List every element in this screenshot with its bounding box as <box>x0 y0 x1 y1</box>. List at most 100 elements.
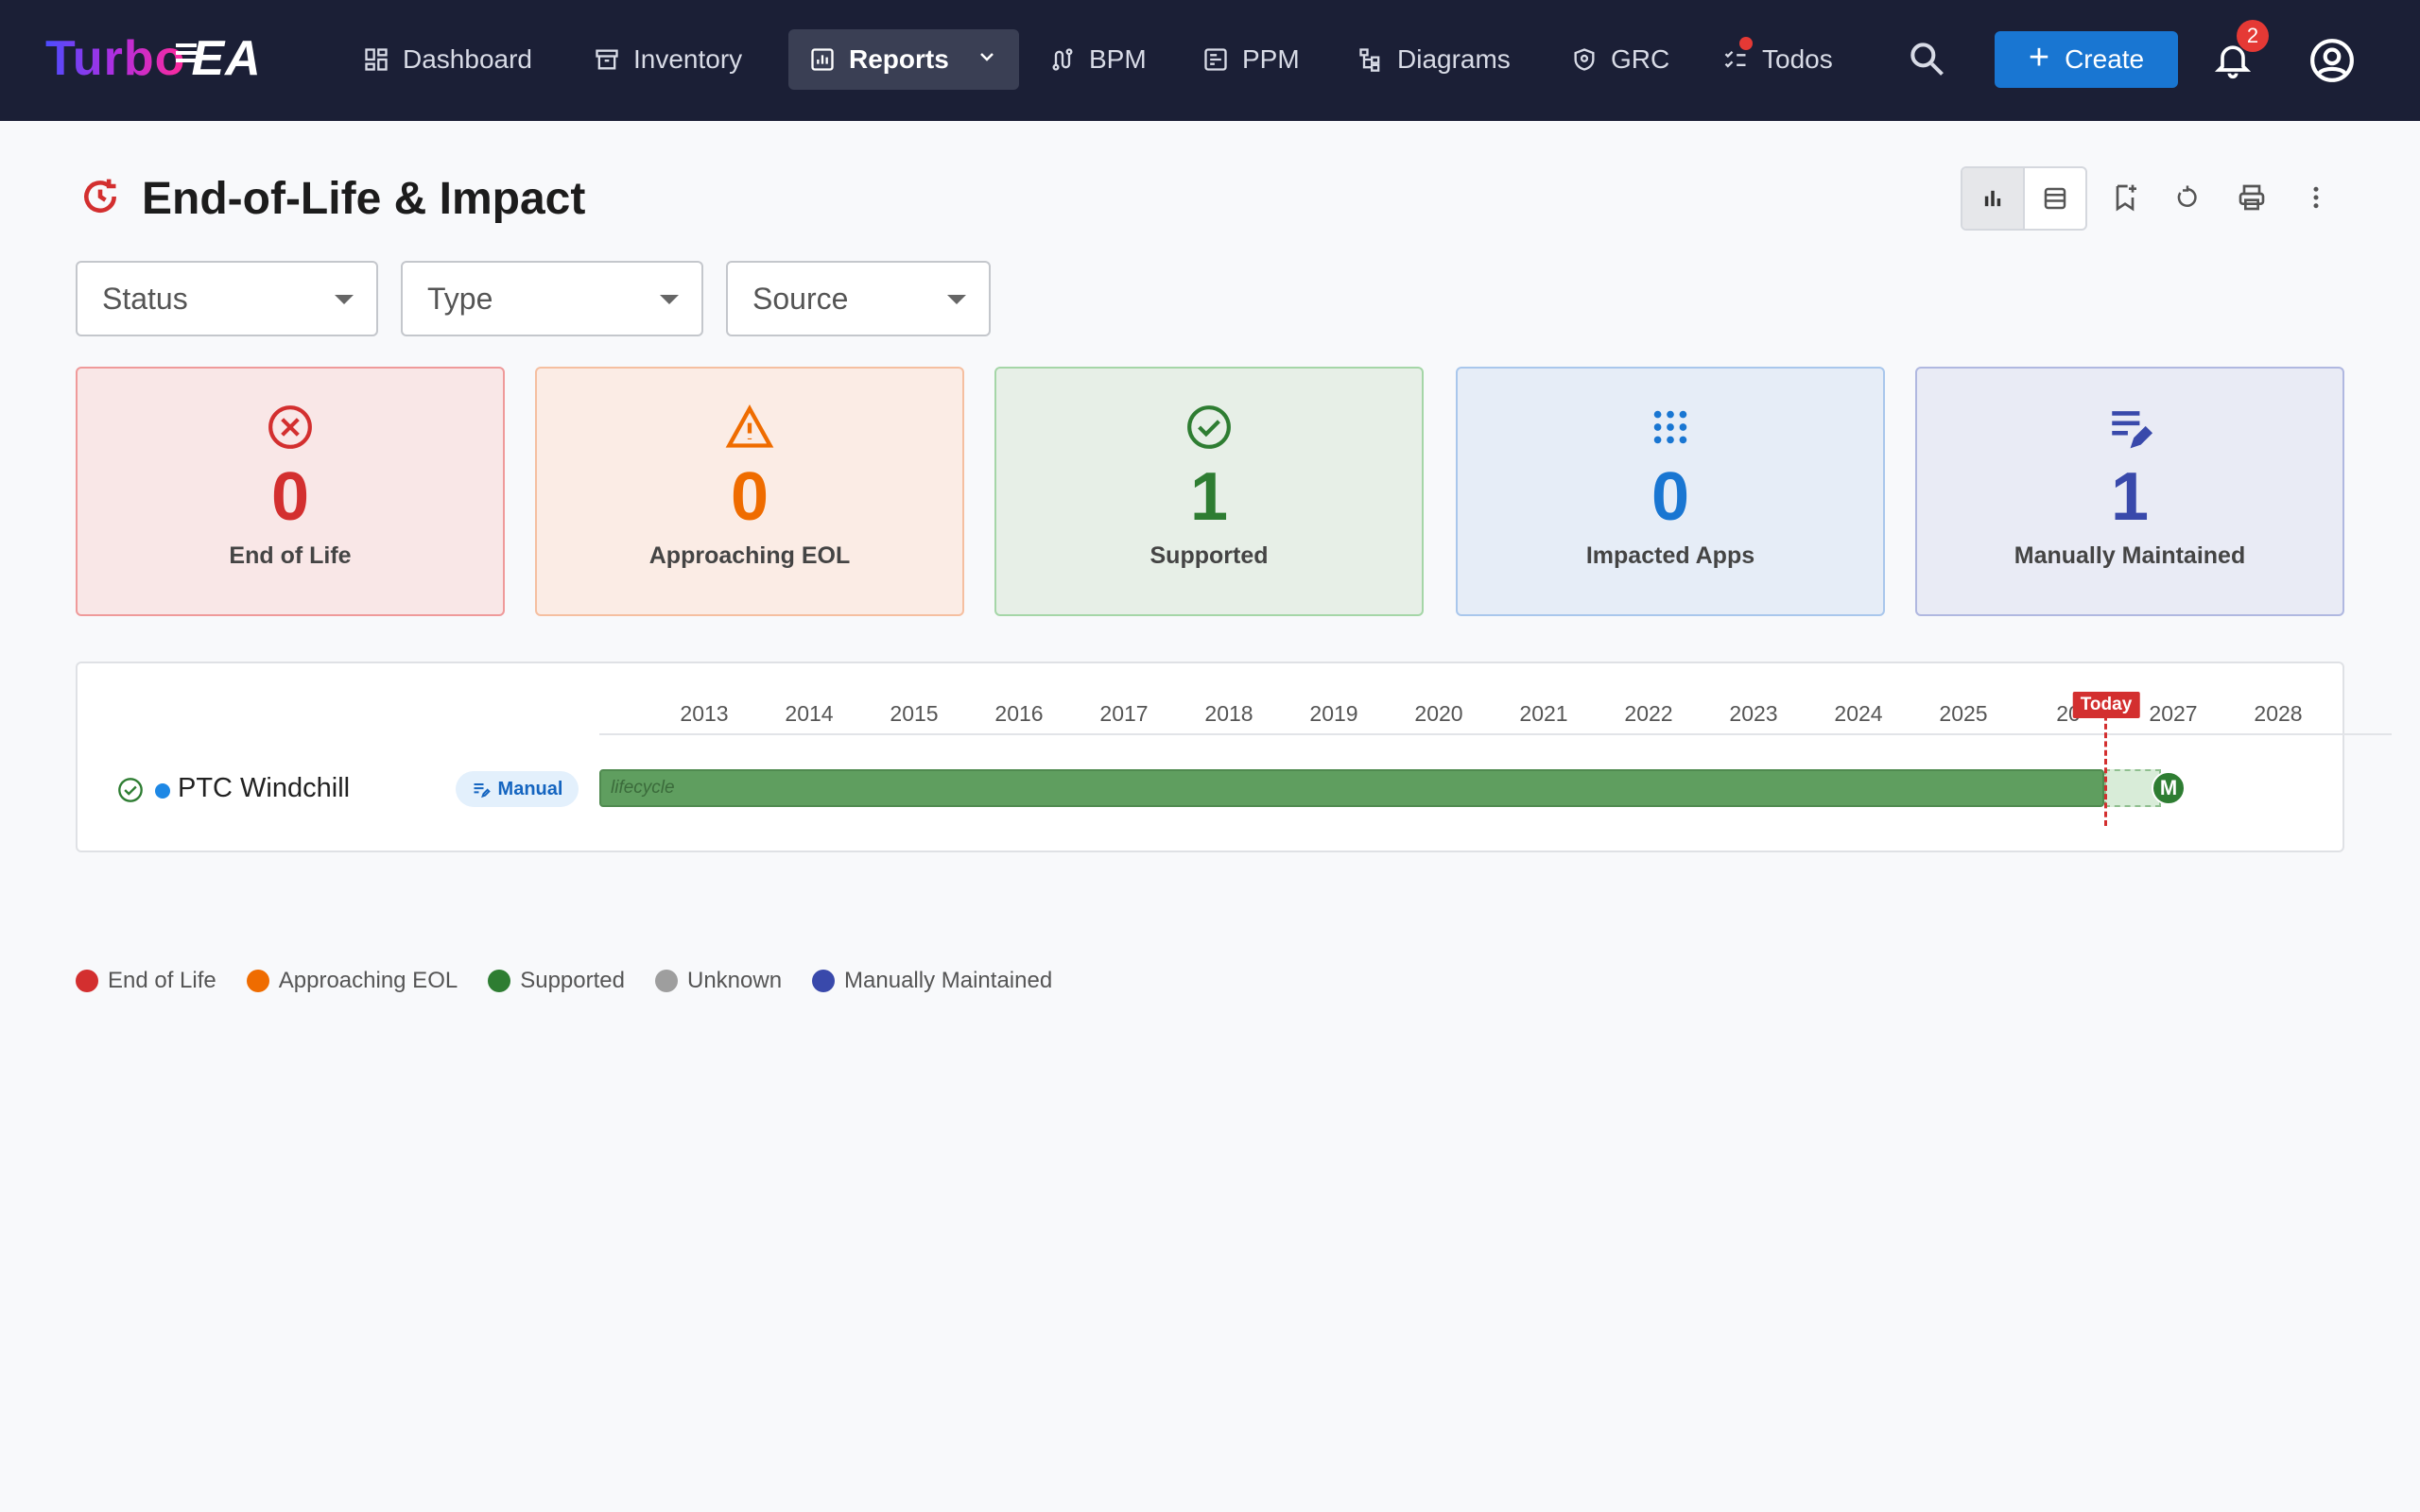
account-icon[interactable] <box>2308 37 2356 84</box>
timeline-year-label: 2024 <box>1834 701 1883 726</box>
timeline-year-label: 2027 <box>2149 701 2198 726</box>
kpi-supported-label: Supported <box>1150 542 1269 569</box>
tree-diagram-icon <box>1357 46 1384 73</box>
kpi-manually-maintained[interactable]: 1 Manually Maintained <box>1915 367 2344 616</box>
board-icon <box>1202 46 1229 73</box>
nav-inventory-label: Inventory <box>633 44 743 74</box>
kpi-approaching-eol[interactable]: 0 Approaching EOL <box>535 367 964 616</box>
today-label: Today <box>2072 692 2140 718</box>
nav-bpm-label: BPM <box>1089 44 1147 74</box>
source-filter-select[interactable]: Source <box>726 261 991 336</box>
more-vert-icon[interactable] <box>2297 179 2335 216</box>
timeline-year-label: 2019 <box>1309 701 1358 726</box>
timeline-year-label: 2025 <box>1939 701 1988 726</box>
legend-swatch <box>812 970 836 992</box>
source-filter-label: Source <box>752 281 849 316</box>
status-filter-select[interactable]: Status <box>76 261 378 336</box>
timeline-year-label: 2023 <box>1729 701 1778 726</box>
table-view-button[interactable] <box>2025 168 2085 229</box>
nav-diagrams[interactable]: Diagrams <box>1337 29 1531 90</box>
timeline-year-label: 2028 <box>2254 701 2303 726</box>
bookmark-add-icon[interactable] <box>2106 179 2144 216</box>
nav-grc-label: GRC <box>1611 44 1670 74</box>
timeline-year-label: 2017 <box>1099 701 1149 726</box>
legend-item: Manually Maintained <box>812 968 1052 994</box>
type-filter-select[interactable]: Type <box>401 261 703 336</box>
history-clock-icon <box>79 176 121 222</box>
page-header: End-of-Life & Impact <box>79 170 585 227</box>
nav-todos-label: Todos <box>1762 44 1833 74</box>
kpi-end-of-life-label: End of Life <box>229 542 352 569</box>
kpi-end-of-life-value: 0 <box>270 459 310 535</box>
nav-bpm[interactable]: BPM <box>1028 29 1167 90</box>
edit-note-icon <box>474 783 491 799</box>
warning-triangle-icon <box>725 403 774 452</box>
legend-label: Supported <box>520 968 625 993</box>
nav-dashboard[interactable]: Dashboard <box>342 29 553 90</box>
kpi-approaching-eol-label: Approaching EOL <box>648 542 851 569</box>
legend-label: Unknown <box>686 968 783 993</box>
logo-turbo-text: Turbo <box>45 31 186 86</box>
search-icon[interactable] <box>1906 38 1947 79</box>
nav-inventory[interactable]: Inventory <box>573 29 763 90</box>
view-toggle <box>1961 166 2087 231</box>
kpi-impacted-apps-value: 0 <box>1651 459 1690 535</box>
archive-icon <box>594 46 620 73</box>
plus-icon: + <box>2028 38 2050 77</box>
create-button[interactable]: + Create <box>1995 31 2178 88</box>
bar-chart-icon <box>809 46 836 73</box>
dropdown-arrow-icon <box>335 295 354 304</box>
timeline-year-label: 2021 <box>1519 701 1568 726</box>
nav-ppm[interactable]: PPM <box>1182 29 1321 90</box>
route-icon <box>1049 46 1076 73</box>
nav-grc[interactable]: GRC <box>1550 29 1690 90</box>
legend-item: Approaching EOL <box>246 968 458 994</box>
legend-label: Approaching EOL <box>278 968 458 993</box>
legend-swatch <box>246 970 269 992</box>
legend-swatch <box>488 970 511 992</box>
logo-ea-text: EA <box>176 30 261 87</box>
kpi-approaching-eol-value: 0 <box>730 459 769 535</box>
timeline-year-label: 2014 <box>785 701 834 726</box>
timeline-row-name[interactable]: PTC Windchill <box>178 773 350 804</box>
print-icon[interactable] <box>2233 179 2271 216</box>
kpi-impacted-apps-label: Impacted Apps <box>1585 542 1755 569</box>
timeline-year-label: 2020 <box>1414 701 1463 726</box>
type-filter-label: Type <box>427 281 493 316</box>
item-type-dot <box>155 783 170 799</box>
checklist-icon <box>1722 46 1749 73</box>
top-navigation-bar: Turbo EA Dashboard Inventory Reports BPM… <box>0 0 2420 121</box>
shield-icon <box>1571 46 1598 73</box>
nav-reports-label: Reports <box>849 44 949 74</box>
create-button-label: Create <box>2065 44 2145 74</box>
turbo-ea-logo[interactable]: Turbo EA <box>45 28 262 89</box>
eol-timeline-panel: 2013 2014 2015 2016 2017 2018 2019 2020 2021 2022… <box>76 662 2392 852</box>
manual-milestone-marker[interactable]: M <box>2152 771 2186 805</box>
legend-item: End of Life <box>76 968 216 994</box>
apps-grid-icon <box>1646 403 1695 452</box>
chart-view-button[interactable] <box>1962 168 2025 229</box>
kpi-end-of-life[interactable]: 0 End of Life <box>76 367 505 616</box>
nav-reports[interactable]: Reports <box>788 29 1019 90</box>
timeline-year-label: 2015 <box>890 701 939 726</box>
nav-diagrams-label: Diagrams <box>1397 44 1511 74</box>
kpi-impacted-apps[interactable]: 0 Impacted Apps <box>1456 367 1885 616</box>
timeline-year-label: 2018 <box>1204 701 1253 726</box>
legend-swatch <box>654 970 678 992</box>
legend-label: End of Life <box>108 968 216 993</box>
supported-status-icon <box>117 777 144 803</box>
manual-source-chip: Manual <box>456 771 579 807</box>
manual-chip-label: Manual <box>497 778 563 799</box>
timeline-year-label: 2013 <box>680 701 729 726</box>
dropdown-arrow-icon <box>660 295 679 304</box>
legend-swatch <box>76 970 98 992</box>
dashboard-icon <box>363 46 389 73</box>
lifecycle-bar-label: lifecycle <box>611 778 675 798</box>
legend-item: Unknown <box>654 968 783 994</box>
reset-icon[interactable] <box>2169 179 2206 216</box>
kpi-manually-maintained-value: 1 <box>2110 459 2150 535</box>
kpi-supported[interactable]: 1 Supported <box>994 367 1424 616</box>
nav-todos[interactable]: Todos <box>1702 29 1854 90</box>
kpi-manually-maintained-label: Manually Maintained <box>2014 542 2246 569</box>
lifecycle-bar[interactable]: lifecycle <box>599 769 2104 807</box>
